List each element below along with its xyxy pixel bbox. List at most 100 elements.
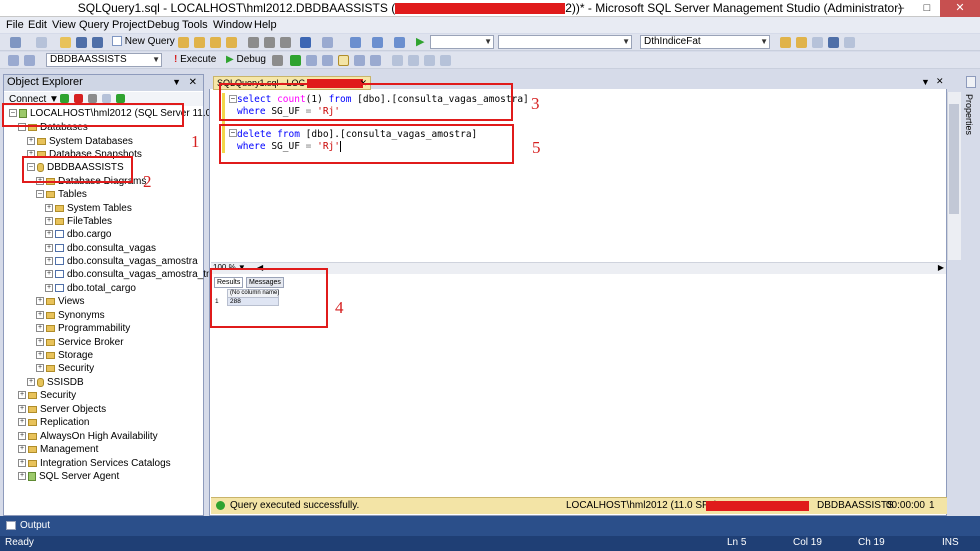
expand-icon[interactable]: + bbox=[36, 351, 44, 360]
display-plan-icon[interactable] bbox=[306, 55, 317, 66]
tree-views[interactable]: + Views bbox=[36, 296, 85, 309]
expand-icon[interactable]: + bbox=[45, 244, 53, 253]
menu-window[interactable]: Window bbox=[213, 19, 252, 31]
navigate-forward-icon[interactable] bbox=[372, 37, 383, 48]
filter-icon[interactable] bbox=[102, 94, 111, 103]
expand-icon[interactable]: + bbox=[18, 432, 26, 441]
cancel-query-icon[interactable] bbox=[272, 55, 283, 66]
tree-table-consulta-vagas-amostra[interactable]: + dbo.consulta_vagas_amostra bbox=[45, 256, 198, 269]
tree-filetables[interactable]: + FileTables bbox=[45, 216, 112, 229]
expand-icon[interactable]: + bbox=[18, 472, 26, 481]
connect-icon[interactable] bbox=[8, 55, 19, 66]
start-icon[interactable]: ▶ bbox=[416, 35, 424, 48]
stop-icon[interactable] bbox=[88, 94, 97, 103]
toolbox-icon[interactable] bbox=[812, 37, 823, 48]
customize-icon[interactable] bbox=[844, 37, 855, 48]
close-button[interactable]: ✕ bbox=[940, 0, 980, 17]
refresh-icon[interactable] bbox=[116, 94, 125, 103]
new-project-icon[interactable] bbox=[10, 37, 21, 48]
expand-icon[interactable]: + bbox=[45, 217, 53, 226]
tree-system-tables[interactable]: + System Tables bbox=[45, 203, 132, 216]
tree-replication[interactable]: + Replication bbox=[18, 417, 89, 430]
scroll-right-icon[interactable]: ▶ bbox=[938, 263, 944, 272]
menu-help[interactable]: Help bbox=[254, 19, 277, 31]
expand-icon[interactable]: + bbox=[36, 297, 44, 306]
properties-tab[interactable]: Properties bbox=[964, 94, 974, 135]
xmla-query-icon[interactable] bbox=[226, 37, 237, 48]
tree-table-consulta-vagas-amostra-tmp[interactable]: + dbo.consulta_vagas_amostra_tmp bbox=[45, 269, 220, 282]
menu-edit[interactable]: Edit bbox=[28, 19, 47, 31]
expand-icon[interactable]: + bbox=[36, 311, 44, 320]
tree-security[interactable]: + Security bbox=[18, 390, 76, 403]
expand-icon[interactable]: + bbox=[18, 445, 26, 454]
tree-db-security[interactable]: + Security bbox=[36, 363, 94, 376]
query-designer-icon[interactable] bbox=[322, 55, 333, 66]
menu-view[interactable]: View bbox=[52, 19, 76, 31]
change-connection-icon[interactable] bbox=[24, 55, 35, 66]
editor-vertical-scrollbar[interactable] bbox=[947, 92, 961, 260]
solution-explorer-icon[interactable] bbox=[780, 37, 791, 48]
debug-button[interactable]: ▶ Debug bbox=[226, 54, 266, 65]
open-icon[interactable] bbox=[60, 37, 71, 48]
expand-icon[interactable]: + bbox=[18, 418, 26, 427]
platform-combo[interactable]: ▼ bbox=[498, 35, 632, 49]
execute-button[interactable]: ! Execute bbox=[174, 54, 216, 65]
expand-icon[interactable]: + bbox=[36, 324, 44, 333]
undo-icon[interactable] bbox=[300, 37, 311, 48]
decrease-indent-icon[interactable] bbox=[424, 55, 435, 66]
tree-service-broker[interactable]: + Service Broker bbox=[36, 337, 124, 350]
tree-server-objects[interactable]: + Server Objects bbox=[18, 404, 106, 417]
menu-file[interactable]: File bbox=[6, 19, 24, 31]
tree-ssisdb[interactable]: + SSISDB bbox=[27, 377, 84, 390]
pin-icon[interactable]: ▼ bbox=[172, 75, 181, 90]
screenshot-icon[interactable] bbox=[394, 37, 405, 48]
new-query-button[interactable]: New Query bbox=[112, 36, 175, 47]
expand-icon[interactable]: + bbox=[27, 378, 35, 387]
menu-project[interactable]: Project bbox=[112, 19, 146, 31]
solution-config-combo[interactable]: ▼ bbox=[430, 35, 494, 49]
redo-icon[interactable] bbox=[322, 37, 333, 48]
editor-close-icon[interactable]: ✕ bbox=[936, 76, 944, 87]
expand-icon[interactable]: + bbox=[45, 230, 53, 239]
mdx-query-icon[interactable] bbox=[210, 37, 221, 48]
scroll-thumb[interactable] bbox=[949, 104, 959, 214]
tree-table-cargo[interactable]: + dbo.cargo bbox=[45, 229, 111, 242]
copy-icon[interactable] bbox=[264, 37, 275, 48]
expand-icon[interactable]: + bbox=[18, 391, 26, 400]
cut-icon[interactable] bbox=[248, 37, 259, 48]
expand-icon[interactable]: + bbox=[45, 270, 53, 279]
panel-close-icon[interactable]: ✕ bbox=[189, 75, 197, 90]
expand-icon[interactable]: + bbox=[18, 405, 26, 414]
connect-object-icon[interactable] bbox=[60, 94, 69, 103]
results-to-grid-icon[interactable] bbox=[354, 55, 365, 66]
expand-icon[interactable]: + bbox=[27, 137, 35, 146]
expand-icon[interactable]: + bbox=[45, 204, 53, 213]
minimize-button[interactable]: – bbox=[888, 0, 914, 17]
db-engine-query-icon[interactable] bbox=[178, 37, 189, 48]
expand-icon[interactable]: + bbox=[45, 257, 53, 266]
find-combo[interactable]: DthIndiceFat ▼ bbox=[640, 35, 770, 49]
tree-sql-server-agent[interactable]: + SQL Server Agent bbox=[18, 471, 119, 484]
expand-icon[interactable]: + bbox=[45, 284, 53, 293]
paste-icon[interactable] bbox=[280, 37, 291, 48]
tree-table-total-cargo[interactable]: + dbo.total_cargo bbox=[45, 283, 136, 296]
navigate-back-icon[interactable] bbox=[350, 37, 361, 48]
analysis-query-icon[interactable] bbox=[194, 37, 205, 48]
menu-tools[interactable]: Tools bbox=[182, 19, 208, 31]
properties-icon[interactable] bbox=[966, 76, 976, 88]
parse-icon[interactable] bbox=[290, 55, 301, 66]
tree-tables[interactable]: – Tables bbox=[36, 189, 87, 202]
properties-icon[interactable] bbox=[796, 37, 807, 48]
save-all-icon[interactable] bbox=[92, 37, 103, 48]
tree-storage[interactable]: + Storage bbox=[36, 350, 93, 363]
expand-icon[interactable]: + bbox=[36, 364, 44, 373]
maximize-button[interactable]: □ bbox=[914, 0, 940, 17]
tree-integration-services[interactable]: + Integration Services Catalogs bbox=[18, 458, 171, 471]
expand-icon[interactable]: + bbox=[18, 459, 26, 468]
tree-synonyms[interactable]: + Synonyms bbox=[36, 310, 105, 323]
comment-icon[interactable] bbox=[392, 55, 403, 66]
tree-alwayson[interactable]: + AlwaysOn High Availability bbox=[18, 431, 158, 444]
database-combo[interactable]: DBDBAASSISTS ▼ bbox=[46, 53, 162, 67]
results-to-file-icon[interactable] bbox=[370, 55, 381, 66]
tree-programmability[interactable]: + Programmability bbox=[36, 323, 130, 336]
